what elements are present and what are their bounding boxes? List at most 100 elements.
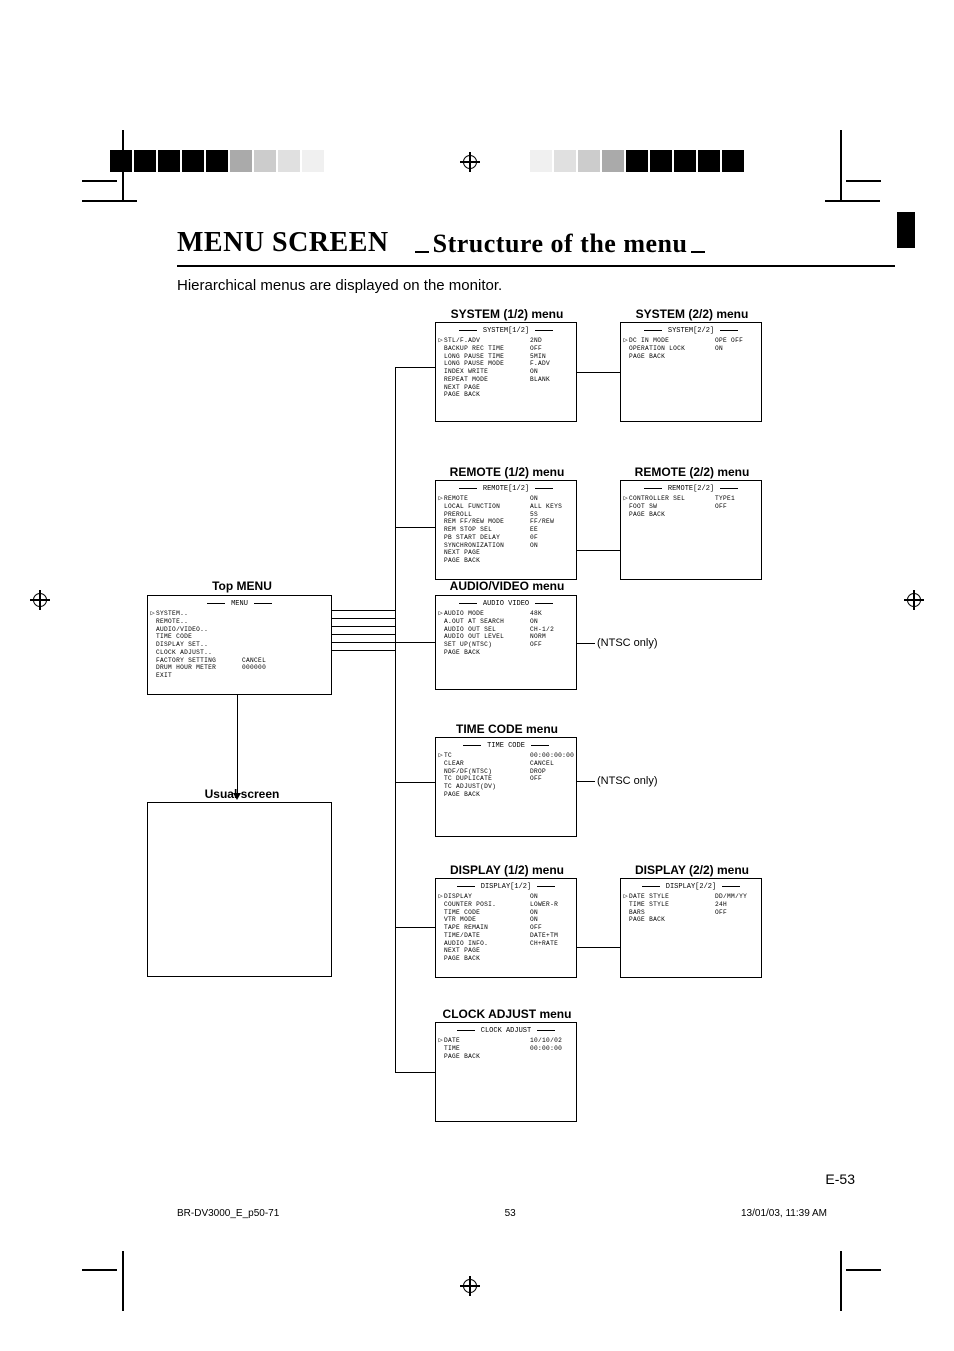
menu-row-label: FACTORY SETTING [156, 657, 242, 665]
menu-row-label: BACKUP REC TIME [444, 345, 530, 353]
menu-row-label: TAPE REMAIN [444, 924, 530, 932]
menu-row: AUDIO OUT SELCH-1/2 [444, 626, 571, 634]
menu-row-label: COUNTER POSI. [444, 901, 530, 909]
menu-row-value: ON [530, 618, 538, 626]
menu-title: REMOTE[2/2] [621, 481, 761, 493]
menu-row: AUDIO INFO.CH+RATE [444, 940, 571, 948]
label-top-menu: Top MENU [202, 579, 282, 593]
menu-row-value: OPE OFF [715, 337, 743, 345]
page-area: MENU SCREEN Structure of the menu Hierar… [135, 112, 915, 1237]
menu-row-label: DC IN MODE [629, 337, 715, 345]
cursor-icon: ▷ [439, 751, 443, 760]
menu-row-value: CANCEL [242, 657, 266, 665]
menu-row-value: OFF [530, 641, 542, 649]
menu-row-label: NDF/DF(NTSC) [444, 768, 530, 776]
diagram: Top MENU ▷ MENU SYSTEM..REMOTE..AUDIO/VI… [177, 307, 895, 1227]
menu-row: NDF/DF(NTSC)DROP [444, 768, 571, 776]
menu-row: TC00:00:00:00 [444, 752, 571, 760]
menu-row-label: TIME CODE [156, 633, 242, 641]
menu-row-value: BLANK [530, 376, 550, 384]
conn [332, 650, 395, 651]
menu-row: PAGE BACK [629, 916, 756, 924]
menu-row-label: AUDIO OUT SEL [444, 626, 530, 634]
box-system12: ▷ SYSTEM[1/2] STL/F.ADV2NDBACKUP REC TIM… [435, 322, 577, 422]
menu-row: BARSOFF [629, 909, 756, 917]
label-remote12: REMOTE (1/2) menu [442, 465, 572, 479]
footer-file: BR-DV3000_E_p50-71 [177, 1208, 279, 1219]
menu-row-label: PAGE BACK [444, 1053, 530, 1061]
menu-row-value: 5MIN [530, 353, 546, 361]
menu-row-label: PAGE BACK [444, 955, 530, 963]
menu-row-label: REPEAT MODE [444, 376, 530, 384]
menu-row: REMOTEON [444, 495, 571, 503]
menu-row-value: 00:00:00 [530, 1045, 562, 1053]
menu-row-label: NEXT PAGE [444, 947, 530, 955]
conn [577, 781, 595, 782]
menu-row: STL/F.ADV2ND [444, 337, 571, 345]
menu-row-label: DISPLAY [444, 893, 530, 901]
cursor-icon: ▷ [439, 609, 443, 618]
menu-row-label: FOOT SW [629, 503, 715, 511]
menu-row-value: OFF [530, 345, 542, 353]
menu-row: PAGE BACK [444, 391, 571, 399]
menu-row-label: VTR MODE [444, 916, 530, 924]
menu-row: REMOTE.. [156, 618, 326, 626]
menu-row-value: 48K [530, 610, 542, 618]
conn [395, 642, 435, 643]
menu-row-value: DATE+TM [530, 932, 558, 940]
menu-row-label: PAGE BACK [444, 557, 530, 565]
menu-row: TIME CODE [156, 633, 326, 641]
title-main: MENU SCREEN [177, 227, 389, 259]
menu-row-label: AUDIO OUT LEVEL [444, 633, 530, 641]
connector-bus [395, 367, 396, 1072]
menu-row: PREROLL5S [444, 511, 571, 519]
menu-title: CLOCK ADJUST [436, 1023, 576, 1035]
menu-row-label: DATE STYLE [629, 893, 715, 901]
menu-row: PAGE BACK [444, 1053, 571, 1061]
menu-row-value: F.ADV [530, 360, 550, 368]
menu-row: PAGE BACK [629, 353, 756, 361]
box-timecode: ▷ TIME CODE TC00:00:00:00CLEARCANCELNDF/… [435, 737, 577, 837]
menu-title: AUDIO VIDEO [436, 596, 576, 608]
menu-title: SYSTEM[1/2] [436, 323, 576, 335]
menu-row-label: PAGE BACK [444, 791, 530, 799]
menu-row: TIME STYLE24H [629, 901, 756, 909]
menu-row-value: ON [530, 909, 538, 917]
cursor-icon: ▷ [151, 609, 155, 618]
menu-row: DISPLAYON [444, 893, 571, 901]
menu-row-label: EXIT [156, 672, 242, 680]
menu-row-value: OFF [715, 909, 727, 917]
menu-row-value: ON [530, 368, 538, 376]
box-system22: ▷ SYSTEM[2/2] DC IN MODEOPE OFFOPERATION… [620, 322, 762, 422]
box-display12: ▷ DISPLAY[1/2] DISPLAYONCOUNTER POSI.LOW… [435, 878, 577, 978]
menu-row: TIME00:00:00 [444, 1045, 571, 1053]
menu-row-label: TIME CODE [444, 909, 530, 917]
menu-row-label: NEXT PAGE [444, 384, 530, 392]
menu-row-value: ALL KEYS [530, 503, 562, 511]
conn [395, 527, 435, 528]
menu-row: NEXT PAGE [444, 549, 571, 557]
menu-row: AUDIO MODE48K [444, 610, 571, 618]
conn [332, 634, 395, 635]
menu-row-value: CH+RATE [530, 940, 558, 948]
menu-row: LOCAL FUNCTIONALL KEYS [444, 503, 571, 511]
menu-row-value: OFF [530, 775, 542, 783]
menu-row-label: LOCAL FUNCTION [444, 503, 530, 511]
menu-row-value: FF/REW [530, 518, 554, 526]
menu-row-label: TIME [444, 1045, 530, 1053]
note-ntsc-2: (NTSC only) [597, 775, 658, 787]
menu-row-label: SYNCHRONIZATION [444, 542, 530, 550]
menu-row: REM STOP SELEE [444, 526, 571, 534]
menu-row-value: 000000 [242, 664, 266, 672]
menu-row-value: LOWER-R [530, 901, 558, 909]
menu-title: DISPLAY[1/2] [436, 879, 576, 891]
label-display22: DISPLAY (2/2) menu [627, 863, 757, 877]
box-top-menu: ▷ MENU SYSTEM..REMOTE..AUDIO/VIDEO..TIME… [147, 595, 332, 695]
menu-row-label: TIME STYLE [629, 901, 715, 909]
menu-row-value: DROP [530, 768, 546, 776]
menu-row: SET UP(NTSC)OFF [444, 641, 571, 649]
cursor-icon: ▷ [439, 1036, 443, 1045]
note-ntsc-1: (NTSC only) [597, 637, 658, 649]
label-usual-screen: Usual screen [202, 787, 282, 801]
menu-row-label: DRUM HOUR METER [156, 664, 242, 672]
